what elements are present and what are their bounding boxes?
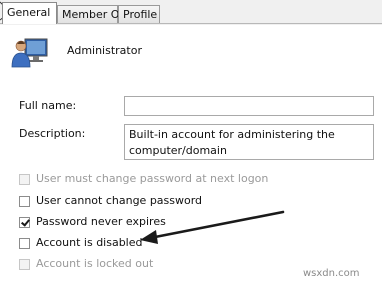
annotation-overlay <box>0 1 285 244</box>
tab-general[interactable]: General <box>2 2 57 24</box>
watermark: wsxdn.com <box>303 268 360 279</box>
annotation-arrow-icon <box>140 210 285 244</box>
